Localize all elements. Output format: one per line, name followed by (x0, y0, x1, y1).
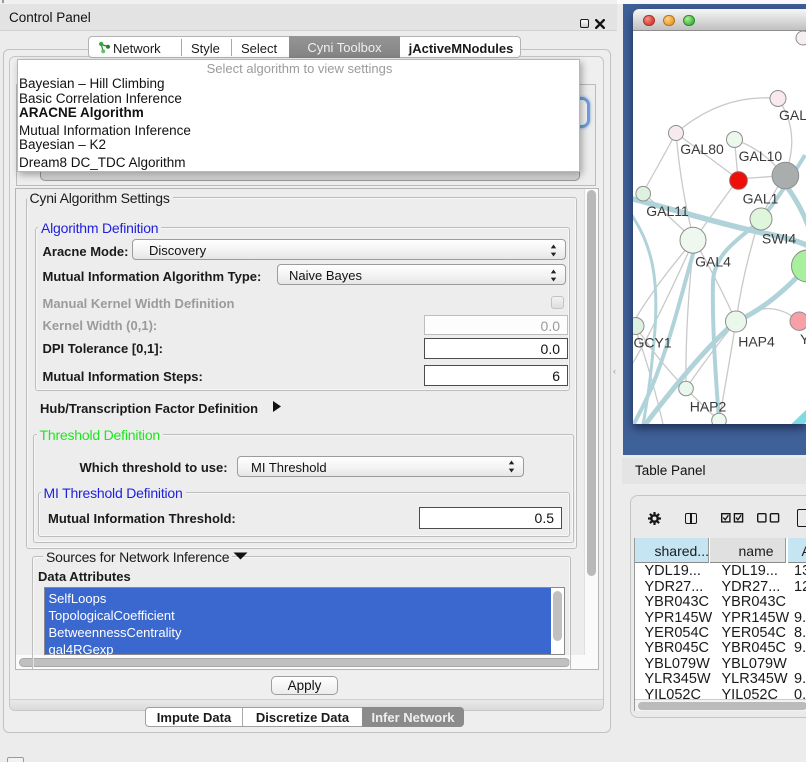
svg-text:GAL11: GAL11 (646, 203, 689, 219)
svg-text:GAL1: GAL1 (743, 191, 779, 207)
svg-text:HAP4: HAP4 (738, 334, 775, 350)
svg-text:GAL7: GAL7 (779, 107, 806, 123)
svg-text:GCY1: GCY1 (634, 335, 672, 351)
svg-text:SWI4: SWI4 (762, 231, 796, 247)
svg-text:YMR: YMR (800, 331, 806, 347)
svg-text:GAL80: GAL80 (680, 141, 724, 157)
svg-text:HAP2: HAP2 (690, 399, 727, 415)
svg-text:GAL4: GAL4 (695, 254, 731, 270)
svg-text:GAL10: GAL10 (739, 148, 783, 164)
